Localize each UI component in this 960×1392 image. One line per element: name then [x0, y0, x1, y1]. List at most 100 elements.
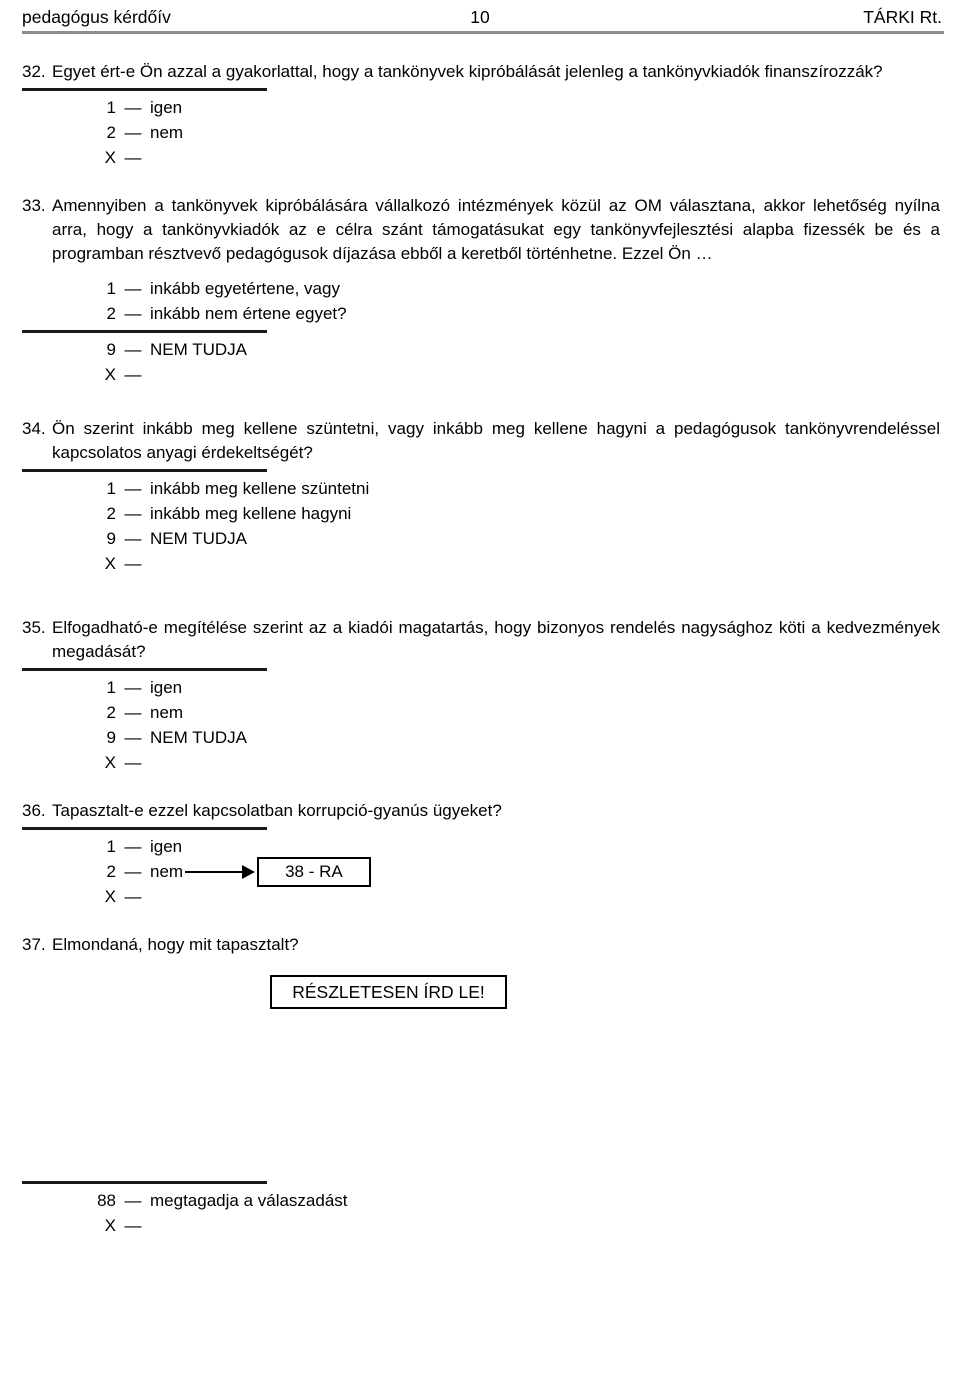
option-label: inkább egyetértene, vagy [150, 279, 340, 298]
question-37: 37. Elmondaná, hogy mit tapasztalt? RÉSZ… [22, 933, 940, 1009]
option-label: megtagadja a válaszadást [150, 1191, 348, 1210]
option-row[interactable]: 1 — inkább meg kellene szüntetni [22, 476, 940, 501]
question-32: 32. Egyet ért-e Ön azzal a gyakorlattal,… [22, 60, 940, 170]
option-row-x[interactable]: X — [22, 145, 940, 170]
option-dash: — [124, 753, 142, 772]
question-35-head: 35. Elfogadható-e megítélése szerint az … [22, 616, 940, 664]
option-row[interactable]: 1 — igen [22, 95, 940, 120]
option-dash: — [124, 678, 142, 697]
option-code: 1 [106, 279, 116, 298]
question-32-answer-rule [22, 88, 267, 91]
option-dash: — [124, 837, 142, 856]
question-36: 36. Tapasztalt-e ezzel kapcsolatban korr… [22, 799, 940, 909]
question-32-number: 32. [22, 62, 46, 81]
option-dash: — [124, 148, 142, 167]
option-row[interactable]: 1 — igen [22, 675, 940, 700]
question-35-number: 35. [22, 618, 46, 637]
question-37-instruction-row: RÉSZLETESEN ÍRD LE! [22, 975, 940, 1009]
option-code: 1 [106, 98, 116, 117]
question-37-number: 37. [22, 935, 46, 954]
option-label: NEM TUDJA [150, 728, 247, 747]
option-dash: — [124, 1216, 142, 1235]
option-dash: — [124, 365, 142, 384]
question-35-answer-rule [22, 668, 267, 671]
option-code: X [104, 365, 116, 384]
skip-target-box: 38 - RA [257, 856, 371, 887]
option-code: 1 [106, 678, 116, 697]
option-row[interactable]: 88 — megtagadja a válaszadást [22, 1188, 940, 1213]
option-code: X [104, 148, 116, 167]
option-row[interactable]: 1 — igen [22, 834, 940, 859]
footer-answer-rule [22, 1181, 267, 1184]
question-35-text: Elfogadható-e megítélése szerint az a ki… [52, 618, 940, 661]
header-divider [22, 31, 944, 34]
option-label: igen [150, 837, 183, 856]
option-code: 9 [106, 340, 116, 359]
option-dash: — [124, 479, 142, 498]
option-label: NEM TUDJA [150, 340, 247, 359]
open-answer-area[interactable] [22, 1009, 940, 1177]
option-row[interactable]: 2 — nem [22, 120, 940, 145]
option-dash: — [124, 862, 142, 881]
option-row-x[interactable]: X — [22, 884, 940, 909]
write-in-detail-instruction: RÉSZLETESEN ÍRD LE! [270, 975, 507, 1009]
option-code: 88 [97, 1191, 116, 1210]
header-right-label: TÁRKI Rt. [863, 7, 942, 27]
option-code: 2 [106, 304, 116, 323]
option-dash: — [124, 529, 142, 548]
question-33-options-primary: 1 — inkább egyetértene, vagy 2 — inkább … [22, 276, 940, 326]
option-row-with-skip[interactable]: 2 — nem 38 - RA [22, 856, 940, 887]
option-dash: — [124, 728, 142, 747]
question-34-number: 34. [22, 419, 46, 438]
header-left-label: pedagógus kérdőív [22, 7, 171, 27]
question-34-text: Ön szerint inkább meg kellene szüntetni,… [52, 419, 940, 462]
question-36-answer-rule [22, 827, 267, 830]
option-label: inkább meg kellene hagyni [150, 504, 352, 523]
option-label: inkább meg kellene szüntetni [150, 479, 370, 498]
page-header: pedagógus kérdőív 10 TÁRKI Rt. [14, 0, 946, 36]
option-dash: — [124, 554, 142, 573]
option-code: 1 [106, 837, 116, 856]
option-code: 2 [106, 703, 116, 722]
option-dash: — [124, 703, 142, 722]
option-row[interactable]: 2 — inkább meg kellene hagyni [22, 501, 940, 526]
question-35: 35. Elfogadható-e megítélése szerint az … [22, 616, 940, 775]
question-36-options: 1 — igen 2 — nem 38 - RA X — [22, 834, 940, 909]
question-34-answer-rule [22, 469, 267, 472]
option-row[interactable]: 9 — NEM TUDJA [22, 526, 940, 551]
question-33-answer-rule [22, 330, 267, 333]
option-label: NEM TUDJA [150, 529, 247, 548]
option-row-x[interactable]: X — [22, 362, 940, 387]
option-row[interactable]: 2 — nem [22, 700, 940, 725]
option-code: 2 [106, 123, 116, 142]
question-32-text: Egyet ért-e Ön azzal a gyakorlattal, hog… [52, 62, 883, 81]
option-row[interactable]: 9 — NEM TUDJA [22, 725, 940, 750]
page-number: 10 [470, 7, 490, 27]
option-dash: — [124, 304, 142, 323]
option-label: nem [150, 703, 184, 722]
option-dash: — [124, 1191, 142, 1210]
question-32-head: 32. Egyet ért-e Ön azzal a gyakorlattal,… [22, 60, 940, 84]
option-code: X [104, 887, 116, 906]
arrow-head-icon [242, 864, 256, 879]
question-36-number: 36. [22, 801, 46, 820]
option-row-x[interactable]: X — [22, 750, 940, 775]
question-33: 33. Amennyiben a tankönyvek kipróbálásár… [22, 194, 940, 387]
option-row[interactable]: 9 — NEM TUDJA [22, 337, 940, 362]
option-dash: — [124, 504, 142, 523]
option-row-x[interactable]: X — [22, 1213, 940, 1238]
skip-instruction: 38 - RA [183, 856, 371, 887]
option-row[interactable]: 2 — inkább nem értene egyet? [22, 301, 940, 326]
option-code: 9 [106, 728, 116, 747]
option-code: X [104, 1216, 116, 1235]
arrow-shaft-icon [185, 870, 244, 873]
question-32-options: 1 — igen 2 — nem X — [22, 95, 940, 170]
option-row[interactable]: 1 — inkább egyetértene, vagy [22, 276, 940, 301]
footer-options: 88 — megtagadja a válaszadást X — [22, 1188, 940, 1238]
question-35-options: 1 — igen 2 — nem 9 — NEM TUDJA X — [22, 675, 940, 775]
question-34-head: 34. Ön szerint inkább meg kellene szünte… [22, 417, 940, 465]
option-dash: — [124, 98, 142, 117]
question-36-head: 36. Tapasztalt-e ezzel kapcsolatban korr… [22, 799, 940, 823]
option-code: 2 [106, 504, 116, 523]
option-row-x[interactable]: X — [22, 551, 940, 576]
